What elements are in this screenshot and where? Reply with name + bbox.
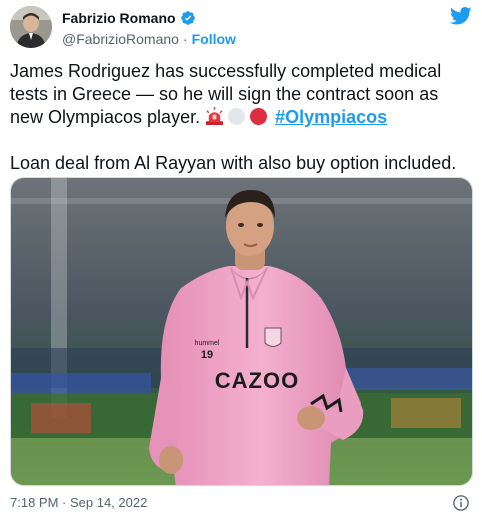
verified-badge-icon (180, 11, 195, 25)
emoji-group (205, 107, 268, 126)
tweet-footer: 7:18 PM · Sep 14, 2022 (10, 494, 472, 512)
twitter-bird-icon[interactable] (450, 6, 472, 26)
author-avatar[interactable] (10, 6, 52, 48)
author-info: Fabrizio Romano @FabrizioRomano · Follow (62, 8, 236, 48)
info-icon[interactable] (452, 494, 470, 512)
tweet-text: James Rodriguez has successfully complet… (10, 60, 474, 175)
handle-separator: · (182, 30, 188, 47)
tweet-header: Fabrizio Romano @FabrizioRomano · Follow (10, 6, 472, 48)
tweet-timestamp[interactable]: 7:18 PM · Sep 14, 2022 (10, 495, 147, 510)
player-photo: CAZOO 19 hummel (11, 178, 472, 485)
club-crest-icon (264, 327, 282, 347)
shirt-brand-text: hummel (195, 340, 220, 347)
tweet-card: Fabrizio Romano @FabrizioRomano · Follow… (0, 0, 482, 516)
author-handle[interactable]: @FabrizioRomano (62, 31, 179, 47)
tweet-paragraph-1: James Rodriguez has successfully complet… (10, 60, 474, 129)
author-display-name[interactable]: Fabrizio Romano (62, 10, 176, 26)
tweet-paragraph-2: Loan deal from Al Rayyan with also buy o… (10, 153, 457, 173)
shirt-sponsor-text: CAZOO (215, 368, 299, 393)
avatar-image (10, 6, 52, 48)
siren-emoji-icon (206, 107, 224, 126)
follow-button[interactable]: Follow (192, 31, 236, 47)
hashtag-link[interactable]: #Olympiacos (275, 107, 387, 127)
white-circle-emoji-icon (228, 107, 246, 126)
red-circle-emoji-icon (250, 107, 268, 126)
tweet-photo[interactable]: CAZOO 19 hummel (10, 177, 473, 486)
shirt-number-text: 19 (201, 349, 213, 361)
